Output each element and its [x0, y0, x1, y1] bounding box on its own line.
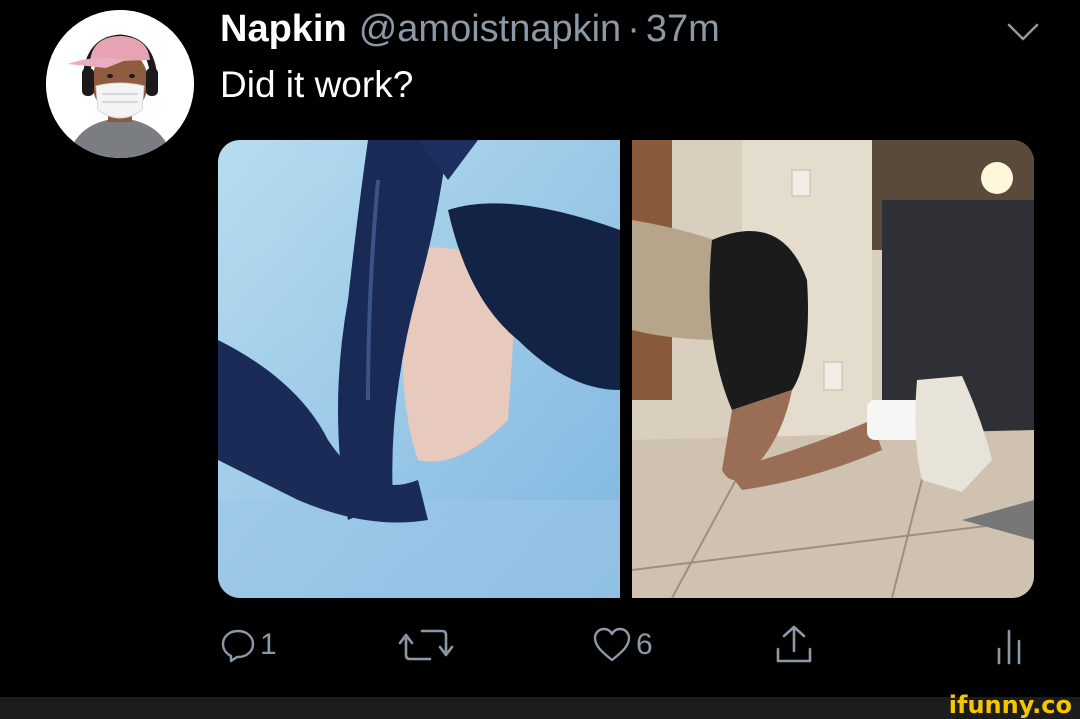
like-count: 6 — [636, 628, 653, 661]
retweet-arrows-icon — [398, 629, 454, 661]
chevron-down-icon — [1007, 23, 1039, 41]
photo-man-kneeling — [632, 140, 1034, 598]
tweet-timestamp[interactable]: 37m — [646, 8, 720, 51]
tweet-actions: 1 6 — [0, 615, 1080, 675]
speech-bubble-icon — [221, 629, 255, 663]
media-photo-right[interactable] — [632, 140, 1034, 598]
photo-boots-pose — [218, 140, 620, 598]
retweet-button[interactable] — [398, 615, 458, 675]
user-handle[interactable]: @amoistnapkin — [359, 8, 621, 51]
avatar-image — [46, 10, 194, 158]
tweet-text: Did it work? — [220, 64, 414, 105]
avatar[interactable] — [46, 10, 194, 158]
reply-button[interactable]: 1 — [220, 615, 277, 675]
bar-chart-icon — [997, 629, 1021, 665]
share-button[interactable] — [772, 615, 816, 675]
tweet[interactable]: Napkin @amoistnapkin · 37m Did it work? — [0, 0, 1080, 697]
analytics-button[interactable] — [994, 615, 1024, 675]
site-watermark: ifunny.co — [948, 691, 1072, 719]
footer-bar: ifunny.co — [0, 691, 1080, 719]
media-photo-left[interactable] — [218, 140, 620, 598]
separator-dot: · — [627, 8, 640, 50]
like-button[interactable]: 6 — [592, 615, 653, 675]
tweet-header: Napkin @amoistnapkin · 37m — [220, 8, 720, 56]
share-upload-icon — [776, 625, 812, 663]
tweet-media[interactable] — [218, 140, 1034, 598]
more-options-button[interactable] — [1004, 20, 1042, 44]
reply-count: 1 — [260, 628, 277, 661]
heart-icon — [593, 627, 631, 662]
media-divider — [620, 140, 632, 598]
display-name[interactable]: Napkin — [220, 8, 347, 51]
